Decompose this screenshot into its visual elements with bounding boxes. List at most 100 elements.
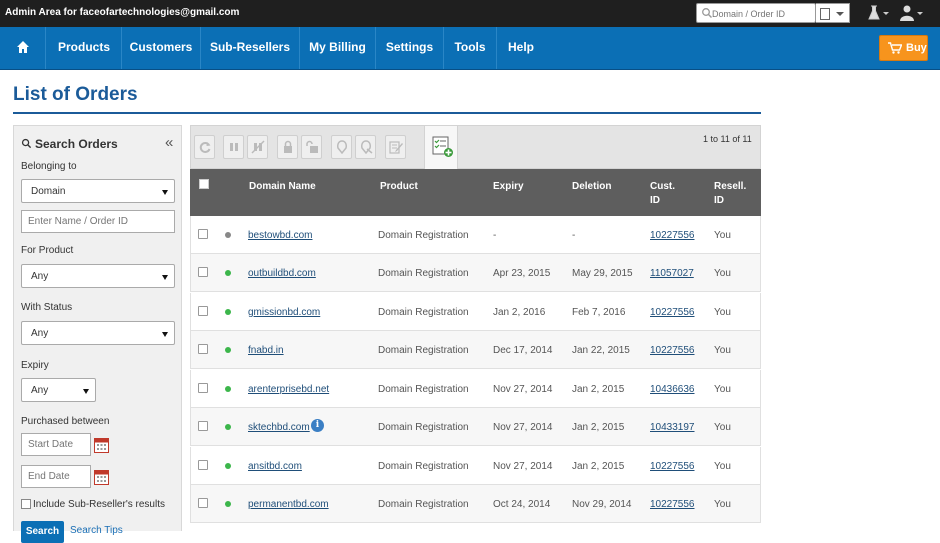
row-checkbox[interactable] bbox=[198, 306, 208, 316]
pagination-info: 1 to 11 of 11 bbox=[703, 134, 752, 144]
header-cust-id[interactable]: Cust. ID bbox=[650, 180, 675, 208]
lock-icon bbox=[284, 140, 292, 153]
nav-tools[interactable]: Tools bbox=[444, 27, 497, 69]
cust-id-link[interactable]: 11057027 bbox=[650, 268, 694, 279]
row-checkbox[interactable] bbox=[198, 229, 208, 239]
header-expiry[interactable]: Expiry bbox=[493, 180, 524, 194]
info-icon[interactable]: i bbox=[311, 419, 324, 432]
status-select[interactable]: Any bbox=[21, 321, 175, 345]
cust-id-link[interactable]: 10227556 bbox=[650, 307, 695, 318]
unsuspend-button[interactable] bbox=[247, 135, 268, 159]
suspend-button[interactable] bbox=[223, 135, 244, 159]
notes-button[interactable] bbox=[385, 135, 406, 159]
renew-button[interactable] bbox=[194, 135, 215, 159]
header-resell-id-line2: ID bbox=[714, 195, 724, 206]
product-cell: Domain Registration bbox=[378, 268, 469, 279]
lock-button[interactable] bbox=[277, 135, 298, 159]
nav-products[interactable]: Products bbox=[47, 27, 122, 69]
header-resell-id[interactable]: Resell. ID bbox=[714, 180, 746, 208]
domain-link[interactable]: bestowbd.com bbox=[248, 230, 312, 241]
status-dot-icon bbox=[225, 232, 231, 238]
name-order-id-input[interactable] bbox=[21, 210, 175, 233]
header-resell-id-line1: Resell. bbox=[714, 181, 747, 192]
cust-id-link[interactable]: 10227556 bbox=[650, 461, 695, 472]
start-date-input[interactable] bbox=[21, 433, 91, 456]
end-date-input[interactable] bbox=[21, 465, 91, 488]
cust-id-link[interactable]: 10227556 bbox=[650, 230, 695, 241]
select-all-checkbox[interactable] bbox=[199, 179, 209, 189]
nav-sub-resellers[interactable]: Sub-Resellers bbox=[201, 27, 300, 69]
flask-icon[interactable] bbox=[866, 4, 890, 22]
resell-id-cell: You bbox=[714, 268, 731, 279]
search-orders-panel: Search Orders « Belonging to Domain For … bbox=[13, 125, 182, 543]
add-order-button[interactable] bbox=[424, 126, 458, 169]
nav-customers[interactable]: Customers bbox=[122, 27, 201, 69]
row-checkbox[interactable] bbox=[198, 460, 208, 470]
domain-link[interactable]: sktechbd.com bbox=[248, 422, 310, 433]
user-icon[interactable] bbox=[898, 4, 924, 22]
order-search-box[interactable] bbox=[696, 3, 816, 23]
deletion-cell: Nov 29, 2014 bbox=[572, 499, 632, 510]
edit-notes-icon bbox=[389, 141, 403, 154]
belonging-select[interactable]: Domain bbox=[21, 179, 175, 203]
table-row: outbuildbd.com Domain Registration Apr 2… bbox=[190, 254, 761, 292]
calendar-icon[interactable] bbox=[94, 436, 109, 453]
expiry-select[interactable]: Any bbox=[21, 378, 96, 402]
home-icon bbox=[17, 41, 29, 53]
row-checkbox[interactable] bbox=[198, 421, 208, 431]
unpause-icon bbox=[251, 140, 265, 154]
deletion-cell: - bbox=[572, 230, 576, 241]
product-cell: Domain Registration bbox=[378, 307, 469, 318]
header-domain[interactable]: Domain Name bbox=[249, 180, 316, 194]
collapse-panel-icon[interactable]: « bbox=[165, 134, 173, 151]
domain-link[interactable]: arenterprisebd.net bbox=[248, 384, 329, 395]
unlock-button[interactable] bbox=[301, 135, 322, 159]
header-product[interactable]: Product bbox=[380, 180, 418, 194]
cart-icon bbox=[888, 42, 902, 54]
status-dot-icon bbox=[225, 463, 231, 469]
cust-id-link[interactable]: 10227556 bbox=[650, 499, 695, 510]
calendar-icon[interactable] bbox=[94, 468, 109, 485]
nav-my-billing[interactable]: My Billing bbox=[300, 27, 376, 69]
domain-link[interactable]: fnabd.in bbox=[248, 345, 284, 356]
header-cust-id-line2: ID bbox=[650, 195, 660, 206]
domain-link[interactable]: ansitbd.com bbox=[248, 461, 302, 472]
privacy-on-button[interactable] bbox=[331, 135, 352, 159]
cust-id-link[interactable]: 10436636 bbox=[650, 384, 695, 395]
deletion-cell: Feb 7, 2016 bbox=[572, 307, 626, 318]
deletion-cell: Jan 2, 2015 bbox=[572, 384, 625, 395]
domain-link[interactable]: permanentbd.com bbox=[248, 499, 329, 510]
status-dot-icon bbox=[225, 347, 231, 353]
header-deletion[interactable]: Deletion bbox=[572, 180, 611, 194]
search-button[interactable]: Search bbox=[21, 521, 64, 543]
row-checkbox[interactable] bbox=[198, 498, 208, 508]
status-dot-icon bbox=[225, 501, 231, 507]
domain-link[interactable]: outbuildbd.com bbox=[248, 268, 316, 279]
product-cell: Domain Registration bbox=[378, 384, 469, 395]
resell-id-cell: You bbox=[714, 384, 731, 395]
status-dot-icon bbox=[225, 424, 231, 430]
row-checkbox[interactable] bbox=[198, 383, 208, 393]
status-dot-icon bbox=[225, 270, 231, 276]
deletion-cell: May 29, 2015 bbox=[572, 268, 633, 279]
cust-id-link[interactable]: 10227556 bbox=[650, 345, 695, 356]
order-search-input[interactable] bbox=[712, 6, 812, 21]
product-select[interactable]: Any bbox=[21, 264, 175, 288]
status-label: With Status bbox=[21, 302, 73, 313]
row-checkbox[interactable] bbox=[198, 344, 208, 354]
row-checkbox[interactable] bbox=[198, 267, 208, 277]
product-cell: Domain Registration bbox=[378, 230, 469, 241]
cust-id-link[interactable]: 10433197 bbox=[650, 422, 695, 433]
include-subreseller-checkbox[interactable] bbox=[21, 499, 31, 509]
resell-id-cell: You bbox=[714, 345, 731, 356]
resell-id-cell: You bbox=[714, 422, 731, 433]
privacy-off-button[interactable] bbox=[355, 135, 376, 159]
domain-link[interactable]: gmissionbd.com bbox=[248, 307, 320, 318]
nav-home[interactable] bbox=[0, 27, 46, 69]
nav-settings[interactable]: Settings bbox=[376, 27, 444, 69]
search-type-dropdown[interactable] bbox=[816, 3, 850, 23]
nav-help[interactable]: Help bbox=[497, 27, 545, 69]
title-divider bbox=[13, 112, 761, 114]
product-cell: Domain Registration bbox=[378, 345, 469, 356]
buy-button[interactable]: Buy bbox=[879, 35, 928, 61]
